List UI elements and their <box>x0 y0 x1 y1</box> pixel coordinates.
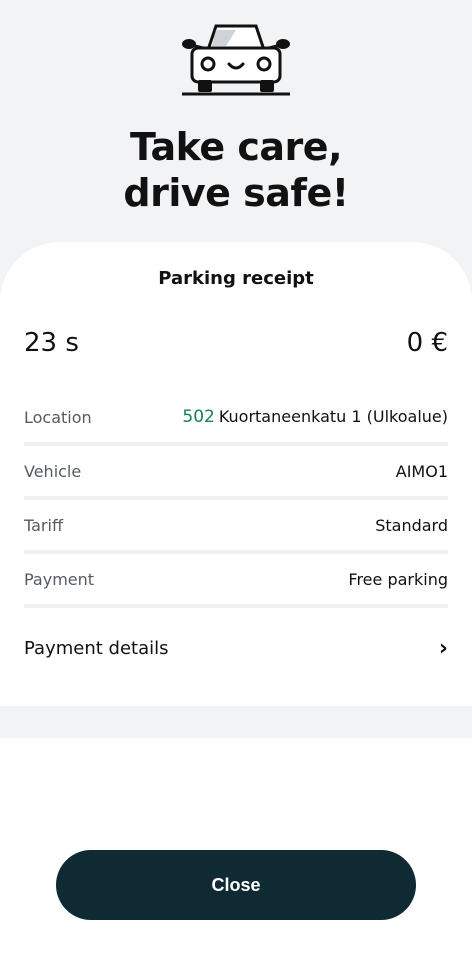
row-value: Free parking <box>348 569 448 589</box>
row-tariff: Tariff Standard <box>24 500 448 554</box>
price-value: 0 € <box>406 328 448 358</box>
zone-number: 502 <box>182 407 215 427</box>
location-address: Kuortaneenkatu 1 (Ulkoalue) <box>218 407 448 426</box>
receipt-title: Parking receipt <box>158 268 314 289</box>
row-vehicle: Vehicle AIMO1 <box>24 446 448 500</box>
car-icon <box>182 24 290 96</box>
row-payment: Payment Free parking <box>24 554 448 608</box>
row-value: AIMO1 <box>395 461 448 481</box>
page-title: Take care, drive safe! <box>0 124 472 216</box>
chevron-right-icon: › <box>438 635 448 661</box>
section-divider <box>0 706 472 738</box>
title-line-1: Take care, <box>129 125 343 169</box>
close-button[interactable]: Close <box>56 850 416 920</box>
duration-value: 23 s <box>24 328 79 358</box>
receipt-rows: Location 502 Kuortaneenkatu 1 (Ulkoalue) … <box>24 392 448 608</box>
row-label: Payment <box>24 569 95 589</box>
row-label: Tariff <box>24 515 63 535</box>
row-value: 502 Kuortaneenkatu 1 (Ulkoalue) <box>182 407 448 427</box>
receipt-summary: 23 s 0 € <box>24 328 448 358</box>
payment-details-label: Payment details <box>24 637 169 659</box>
row-value: Standard <box>375 515 448 535</box>
row-label: Vehicle <box>24 461 82 481</box>
title-line-2: drive safe! <box>123 171 349 215</box>
payment-details-link[interactable]: Payment details › <box>24 630 448 666</box>
row-label: Location <box>24 407 92 427</box>
row-location: Location 502 Kuortaneenkatu 1 (Ulkoalue) <box>24 392 448 446</box>
